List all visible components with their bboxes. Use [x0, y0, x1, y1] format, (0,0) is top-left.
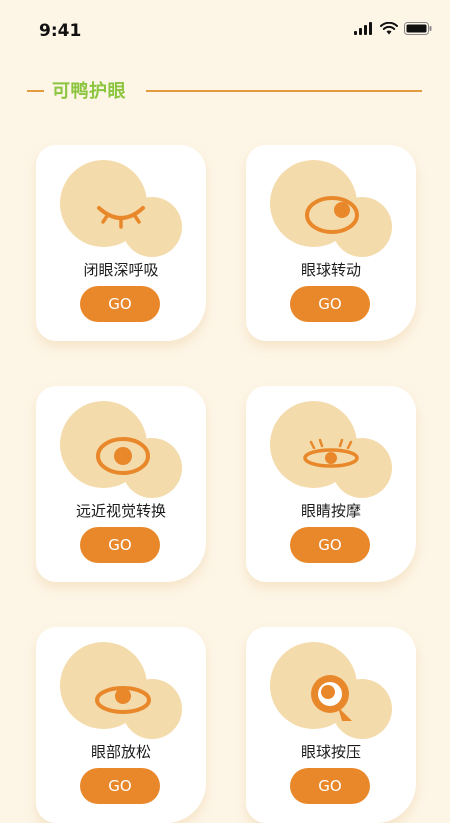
go-button[interactable]: GO: [290, 527, 370, 563]
eye-press-icon: [286, 665, 376, 725]
exercise-card-eye-rolling[interactable]: 眼球转动 GO: [246, 145, 416, 341]
exercise-label: 眼睛按摩: [300, 502, 361, 520]
exercise-card-eye-massage[interactable]: 眼睛按摩 GO: [246, 386, 416, 582]
go-button[interactable]: GO: [80, 286, 160, 322]
eye-massage-icon: [286, 424, 376, 484]
exercise-label: 眼部放松: [90, 743, 151, 761]
exercise-label: 远近视觉转换: [75, 502, 166, 520]
exercise-grid: 闭眼深呼吸 GO 眼球转动 GO 远近视觉转换 GO 眼睛按摩 GO 眼部放松 …: [0, 0, 450, 823]
eye-relax-icon: [76, 665, 166, 725]
go-button[interactable]: GO: [290, 768, 370, 804]
closed-eye-icon: [76, 183, 166, 243]
go-button[interactable]: GO: [80, 527, 160, 563]
exercise-card-near-far-focus[interactable]: 远近视觉转换 GO: [36, 386, 206, 582]
exercise-label: 眼球转动: [300, 261, 361, 279]
exercise-label: 眼球按压: [300, 743, 361, 761]
eye-focus-icon: [76, 424, 166, 484]
exercise-card-closed-eye-breathing[interactable]: 闭眼深呼吸 GO: [36, 145, 206, 341]
exercise-card-eye-relax[interactable]: 眼部放松 GO: [36, 627, 206, 823]
go-button[interactable]: GO: [290, 286, 370, 322]
eye-rolling-icon: [286, 183, 376, 243]
go-button[interactable]: GO: [80, 768, 160, 804]
exercise-card-eye-press[interactable]: 眼球按压 GO: [246, 627, 416, 823]
exercise-label: 闭眼深呼吸: [83, 261, 159, 279]
